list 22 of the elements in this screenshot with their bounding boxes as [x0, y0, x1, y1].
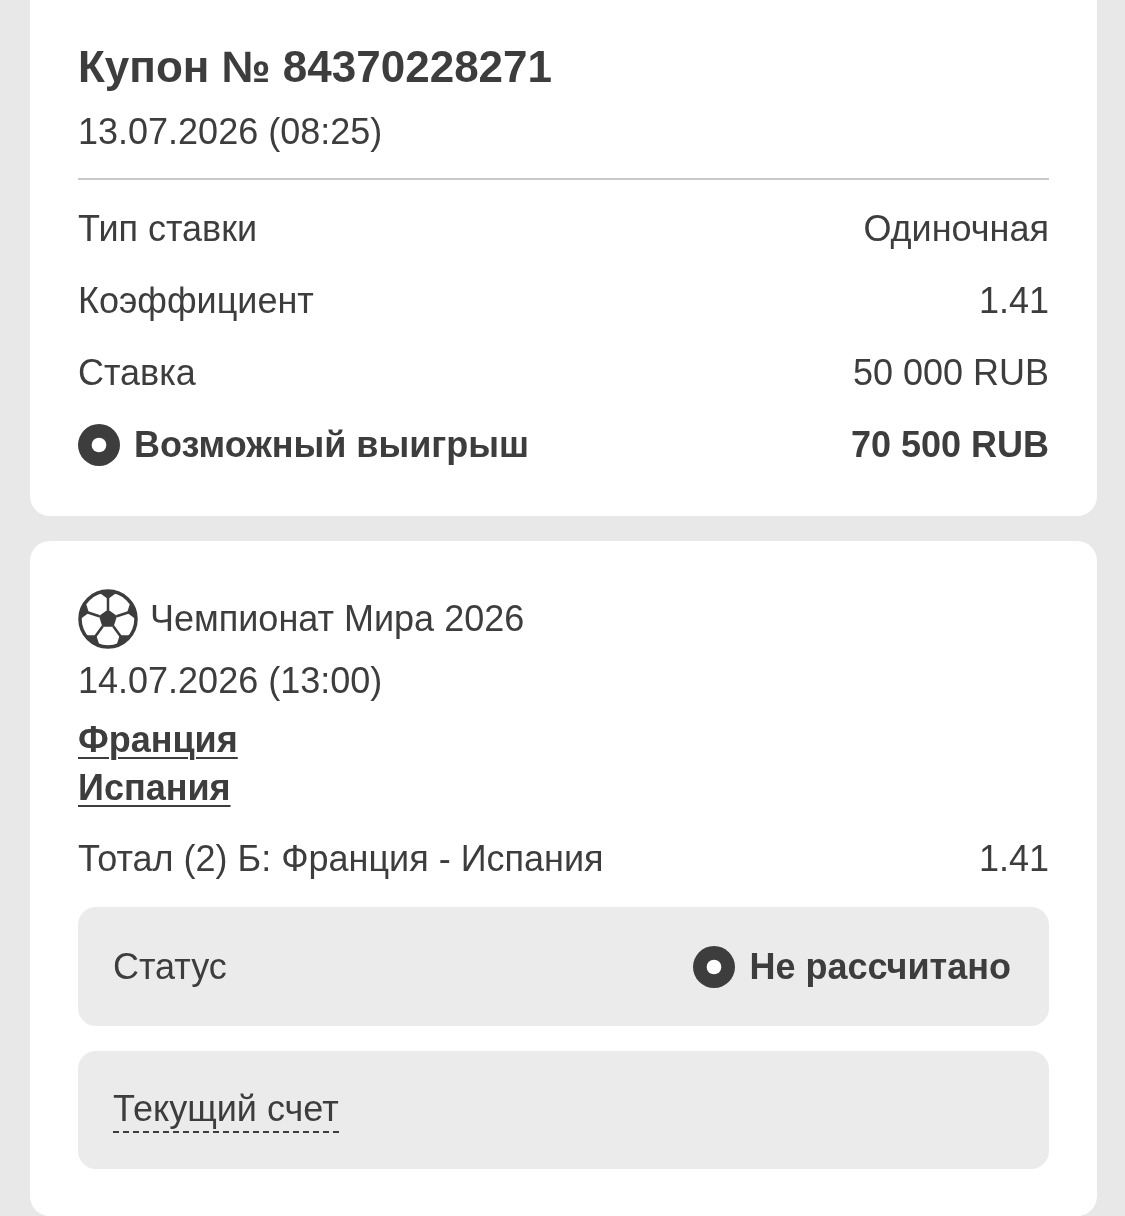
row-value: Одиночная	[863, 207, 1049, 251]
bet-market: Тотал (2) Б: Франция - Испания	[78, 837, 604, 881]
row-value: 70 500 RUB	[850, 423, 1049, 467]
bet-odds: 1.41	[978, 837, 1049, 881]
score-toggle[interactable]: Текущий счет	[113, 1087, 339, 1133]
team-link[interactable]: Испания	[78, 764, 231, 812]
coupon-title: Купон № 84370228271	[78, 41, 554, 93]
status-dot-icon	[78, 424, 120, 466]
status-value: Не рассчитано	[749, 945, 1011, 988]
status-dot-icon	[693, 945, 736, 988]
row-label: Коэффициент	[78, 279, 314, 323]
league-name: Чемпионат Мира 2026	[150, 598, 525, 640]
row-label: Ставка	[78, 351, 196, 395]
status-label: Статус	[113, 945, 227, 988]
row-label: Тип ставки	[78, 207, 258, 251]
row-value: 50 000 RUB	[852, 351, 1049, 395]
coupon-date: 13.07.2026 (08:25)	[78, 110, 384, 154]
match-date: 14.07.2026 (13:00)	[78, 659, 384, 703]
soccer-ball-icon	[78, 589, 138, 649]
team-link[interactable]: Франция	[78, 716, 238, 764]
row-label: Возможный выигрыш	[134, 423, 530, 467]
row-value: 1.41	[978, 279, 1049, 323]
